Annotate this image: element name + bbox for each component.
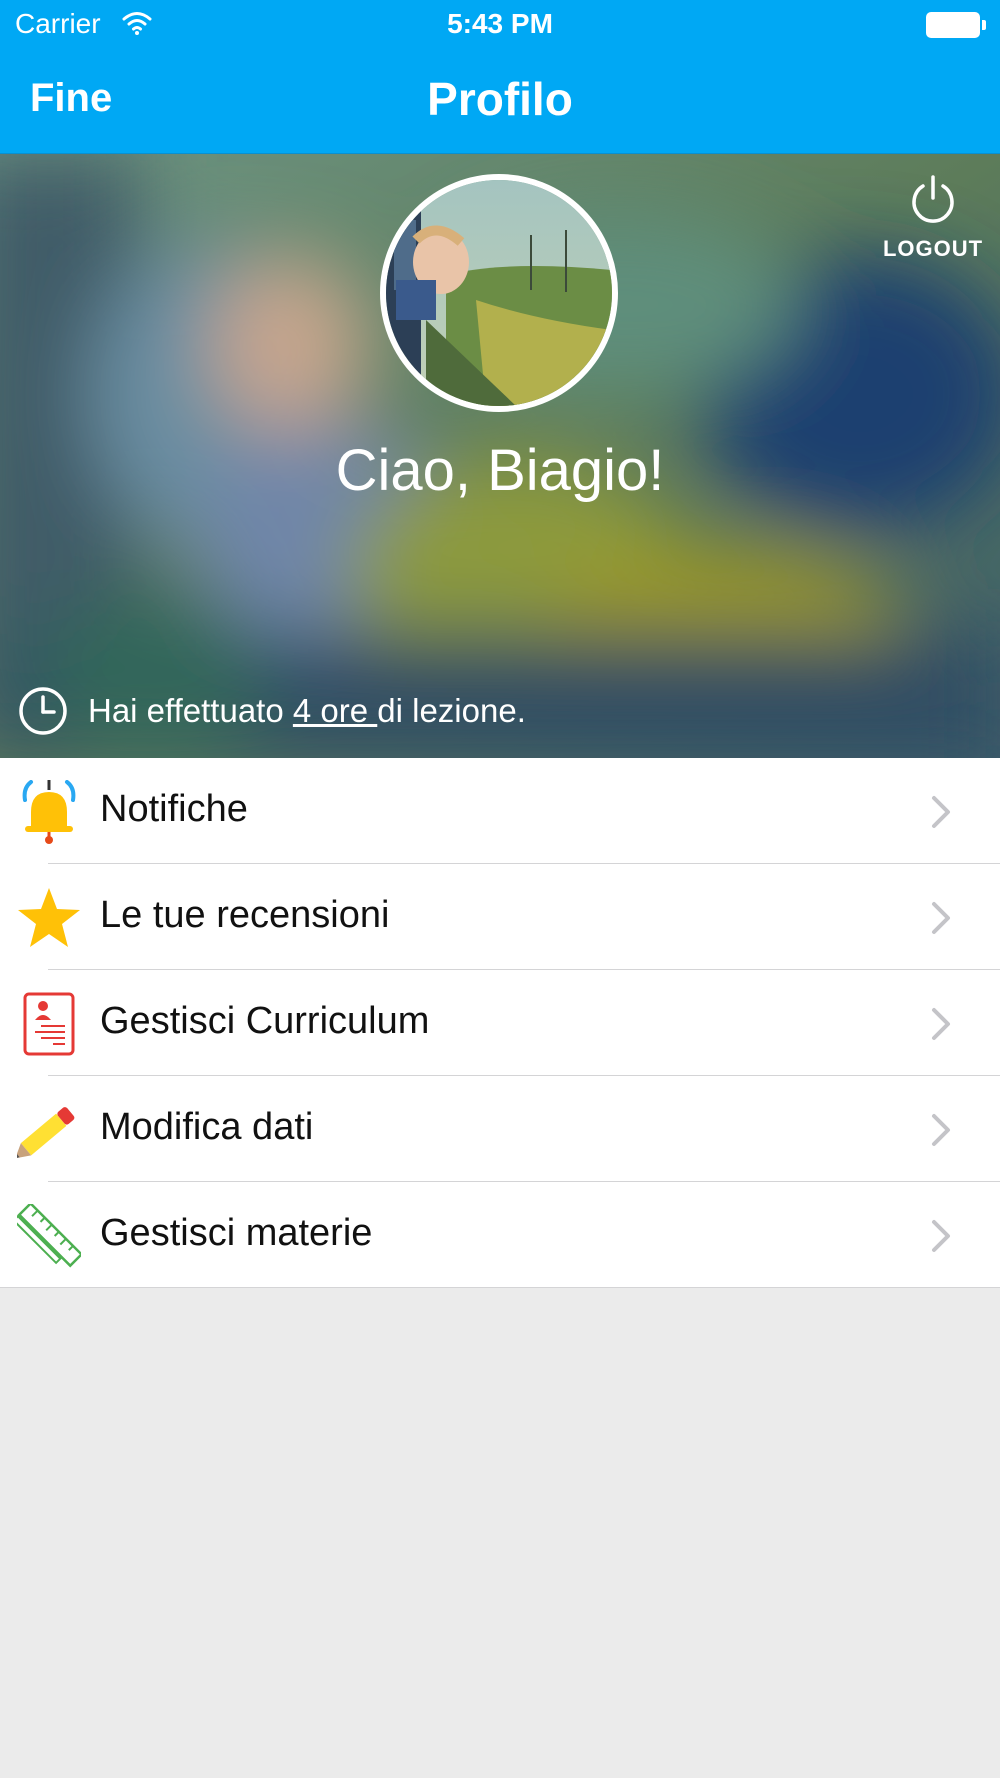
menu-item-recensioni[interactable]: Le tue recensioni bbox=[0, 864, 1000, 970]
star-icon bbox=[18, 888, 80, 947]
logout-button[interactable]: LOGOUT bbox=[875, 174, 991, 274]
row-separator bbox=[0, 1287, 1000, 1288]
status-time: 5:43 PM bbox=[447, 8, 553, 39]
menu-item-label: Gestisci materie bbox=[100, 1212, 373, 1254]
lesson-hours-text: Hai effettuato 4 ore di lezione. bbox=[88, 692, 526, 730]
avatar[interactable] bbox=[380, 174, 618, 412]
status-bar: Carrier 5:43 PM bbox=[0, 0, 1000, 50]
lesson-hours-row: Hai effettuato 4 ore di lezione. bbox=[18, 684, 978, 736]
ruler-pencil-icon bbox=[17, 1204, 81, 1268]
greeting-text: Ciao, Biagio! bbox=[335, 438, 665, 503]
clock-icon bbox=[19, 687, 67, 735]
lesson-hours-link[interactable]: 4 ore bbox=[293, 692, 377, 729]
menu-item-notifiche[interactable]: Notifiche bbox=[0, 758, 1000, 864]
chevron-right-icon bbox=[932, 1220, 950, 1252]
lesson-hours-suffix: di lezione. bbox=[377, 692, 526, 729]
top-bar: Carrier 5:43 PM Fine Profilo bbox=[0, 0, 1000, 154]
power-icon bbox=[912, 175, 954, 223]
profile-header: Ciao, Biagio! LOGOUT Hai effettuato 4 or… bbox=[0, 154, 1000, 758]
menu-item-label: Modifica dati bbox=[100, 1106, 314, 1148]
menu-item-materie[interactable]: Gestisci materie bbox=[0, 1182, 1000, 1288]
chevron-right-icon bbox=[932, 1008, 950, 1040]
chevron-right-icon bbox=[932, 796, 950, 828]
lesson-hours-prefix: Hai effettuato bbox=[88, 692, 293, 729]
menu-item-curriculum[interactable]: Gestisci Curriculum bbox=[0, 970, 1000, 1076]
avatar-photo bbox=[386, 180, 612, 406]
nav-bar: Fine Profilo bbox=[0, 60, 1000, 142]
logout-label: LOGOUT bbox=[882, 236, 984, 261]
menu-item-modifica-dati[interactable]: Modifica dati bbox=[0, 1076, 1000, 1182]
chevron-right-icon bbox=[932, 902, 950, 934]
chevron-right-icon bbox=[932, 1114, 950, 1146]
menu-item-label: Notifiche bbox=[100, 788, 248, 830]
curriculum-icon bbox=[23, 992, 75, 1056]
pencil-icon bbox=[17, 1107, 75, 1159]
menu-item-label: Gestisci Curriculum bbox=[100, 1000, 430, 1042]
menu-item-label: Le tue recensioni bbox=[100, 894, 390, 936]
page-title: Profilo bbox=[427, 73, 573, 125]
battery-icon bbox=[926, 12, 986, 38]
profile-menu: Notifiche Le tue recensioni Gestisci Cur… bbox=[0, 758, 1000, 1288]
bell-icon bbox=[22, 780, 76, 844]
